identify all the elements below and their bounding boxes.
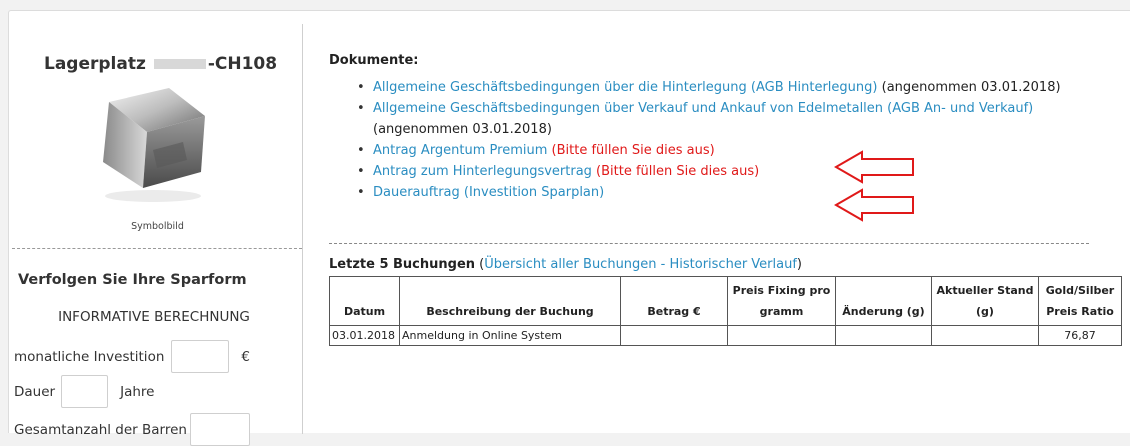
investment-row: monatliche Investition €	[14, 340, 250, 373]
bookings-table: Datum Beschreibung der Buchung Betrag € …	[329, 276, 1122, 346]
arrow-left-icon	[834, 188, 914, 222]
paren-close: )	[796, 257, 802, 272]
duration-unit: Jahre	[120, 383, 155, 400]
table-row: 03.01.2018 Anmeldung in Online System 76…	[329, 325, 1122, 346]
doc-link-antrag-hinterlegungsvertrag[interactable]: Antrag zum Hinterlegungsvertrag	[373, 164, 592, 179]
title-prefix: Lagerplatz	[44, 54, 146, 74]
investment-label: monatliche Investition	[14, 348, 165, 365]
cell-stand	[931, 325, 1039, 346]
silver-bar-image	[103, 88, 205, 202]
column-header-ratio: Gold/Silber Preis Ratio	[1038, 276, 1122, 326]
duration-row: Dauer Jahre	[14, 375, 154, 408]
redacted-id	[153, 59, 206, 69]
column-header-fixing: Preis Fixing pro gramm	[727, 276, 836, 326]
doc-status: (angenommen 03.01.2018)	[877, 80, 1061, 95]
doc-link-agb-an-verkauf[interactable]: Allgemeine Geschäftsbedingungen über Ver…	[373, 101, 1033, 116]
cell-description: Anmeldung in Online System	[399, 325, 621, 346]
doc-link-agb-hinterlegung[interactable]: Allgemeine Geschäftsbedingungen über die…	[373, 80, 877, 95]
doc-status: (angenommen 03.01.2018)	[373, 122, 552, 137]
cell-ratio: 76,87	[1038, 325, 1122, 346]
documents-list: Allgemeine Geschäftsbedingungen über die…	[357, 77, 1097, 203]
paren-open: (	[475, 257, 485, 272]
bookings-history-link[interactable]: Übersicht aller Buchungen - Historischer…	[484, 257, 797, 272]
cell-amount	[620, 325, 728, 346]
cell-date: 03.01.2018	[329, 325, 400, 346]
doc-link-dauerauftrag[interactable]: Dauerauftrag (Investition Sparplan)	[373, 185, 604, 200]
image-caption: Symbolbild	[131, 221, 184, 232]
section-divider	[329, 243, 1089, 244]
sparform-heading: Verfolgen Sie Ihre Sparform	[18, 272, 247, 288]
page-frame: Lagerplatz -CH108 Symbolbild Verfolgen S…	[8, 10, 1130, 446]
column-header-amount: Betrag €	[620, 276, 728, 326]
bookings-heading: Letzte 5 Buchungen (Übersicht aller Buch…	[329, 257, 802, 272]
investment-input[interactable]	[171, 340, 230, 373]
doc-status-required: (Bitte füllen Sie dies aus)	[591, 164, 760, 179]
arrow-left-icon	[834, 150, 914, 184]
doc-status-required: (Bitte füllen Sie dies aus)	[547, 143, 715, 158]
duration-label: Dauer	[14, 383, 56, 400]
table-header-row: Datum Beschreibung der Buchung Betrag € …	[329, 276, 1122, 326]
sidebar-divider	[12, 248, 302, 249]
column-header-current-stand: Aktueller Stand (g)	[931, 276, 1039, 326]
currency-label: €	[241, 348, 250, 365]
document-item: Antrag zum Hinterlegungsvertrag (Bitte f…	[357, 161, 1097, 182]
calculation-label: INFORMATIVE BERECHNUNG	[58, 309, 250, 325]
storage-location-title: Lagerplatz -CH108	[44, 54, 277, 74]
column-divider	[302, 24, 303, 434]
column-header-description: Beschreibung der Buchung	[399, 276, 621, 326]
document-item: Antrag Argentum Premium (Bitte füllen Si…	[357, 140, 1097, 161]
doc-link-antrag-argentum-premium[interactable]: Antrag Argentum Premium	[373, 143, 547, 158]
bars-row: Gesamtanzahl der Barren	[14, 413, 250, 446]
documents-heading: Dokumente:	[329, 53, 419, 68]
bars-input[interactable]	[189, 413, 250, 446]
duration-input[interactable]	[61, 375, 109, 408]
sidebar: Lagerplatz -CH108 Symbolbild Verfolgen S…	[9, 11, 306, 446]
cell-change	[835, 325, 932, 346]
title-suffix: -CH108	[207, 54, 278, 74]
column-header-change: Änderung (g)	[835, 276, 932, 326]
document-item: Dauerauftrag (Investition Sparplan)	[357, 182, 1097, 203]
document-item: Allgemeine Geschäftsbedingungen über Ver…	[357, 98, 1097, 140]
bars-label: Gesamtanzahl der Barren	[14, 421, 187, 438]
bookings-title: Letzte 5 Buchungen	[329, 257, 476, 272]
cell-fixing	[727, 325, 836, 346]
column-header-date: Datum	[329, 276, 400, 326]
document-item: Allgemeine Geschäftsbedingungen über die…	[357, 77, 1097, 98]
